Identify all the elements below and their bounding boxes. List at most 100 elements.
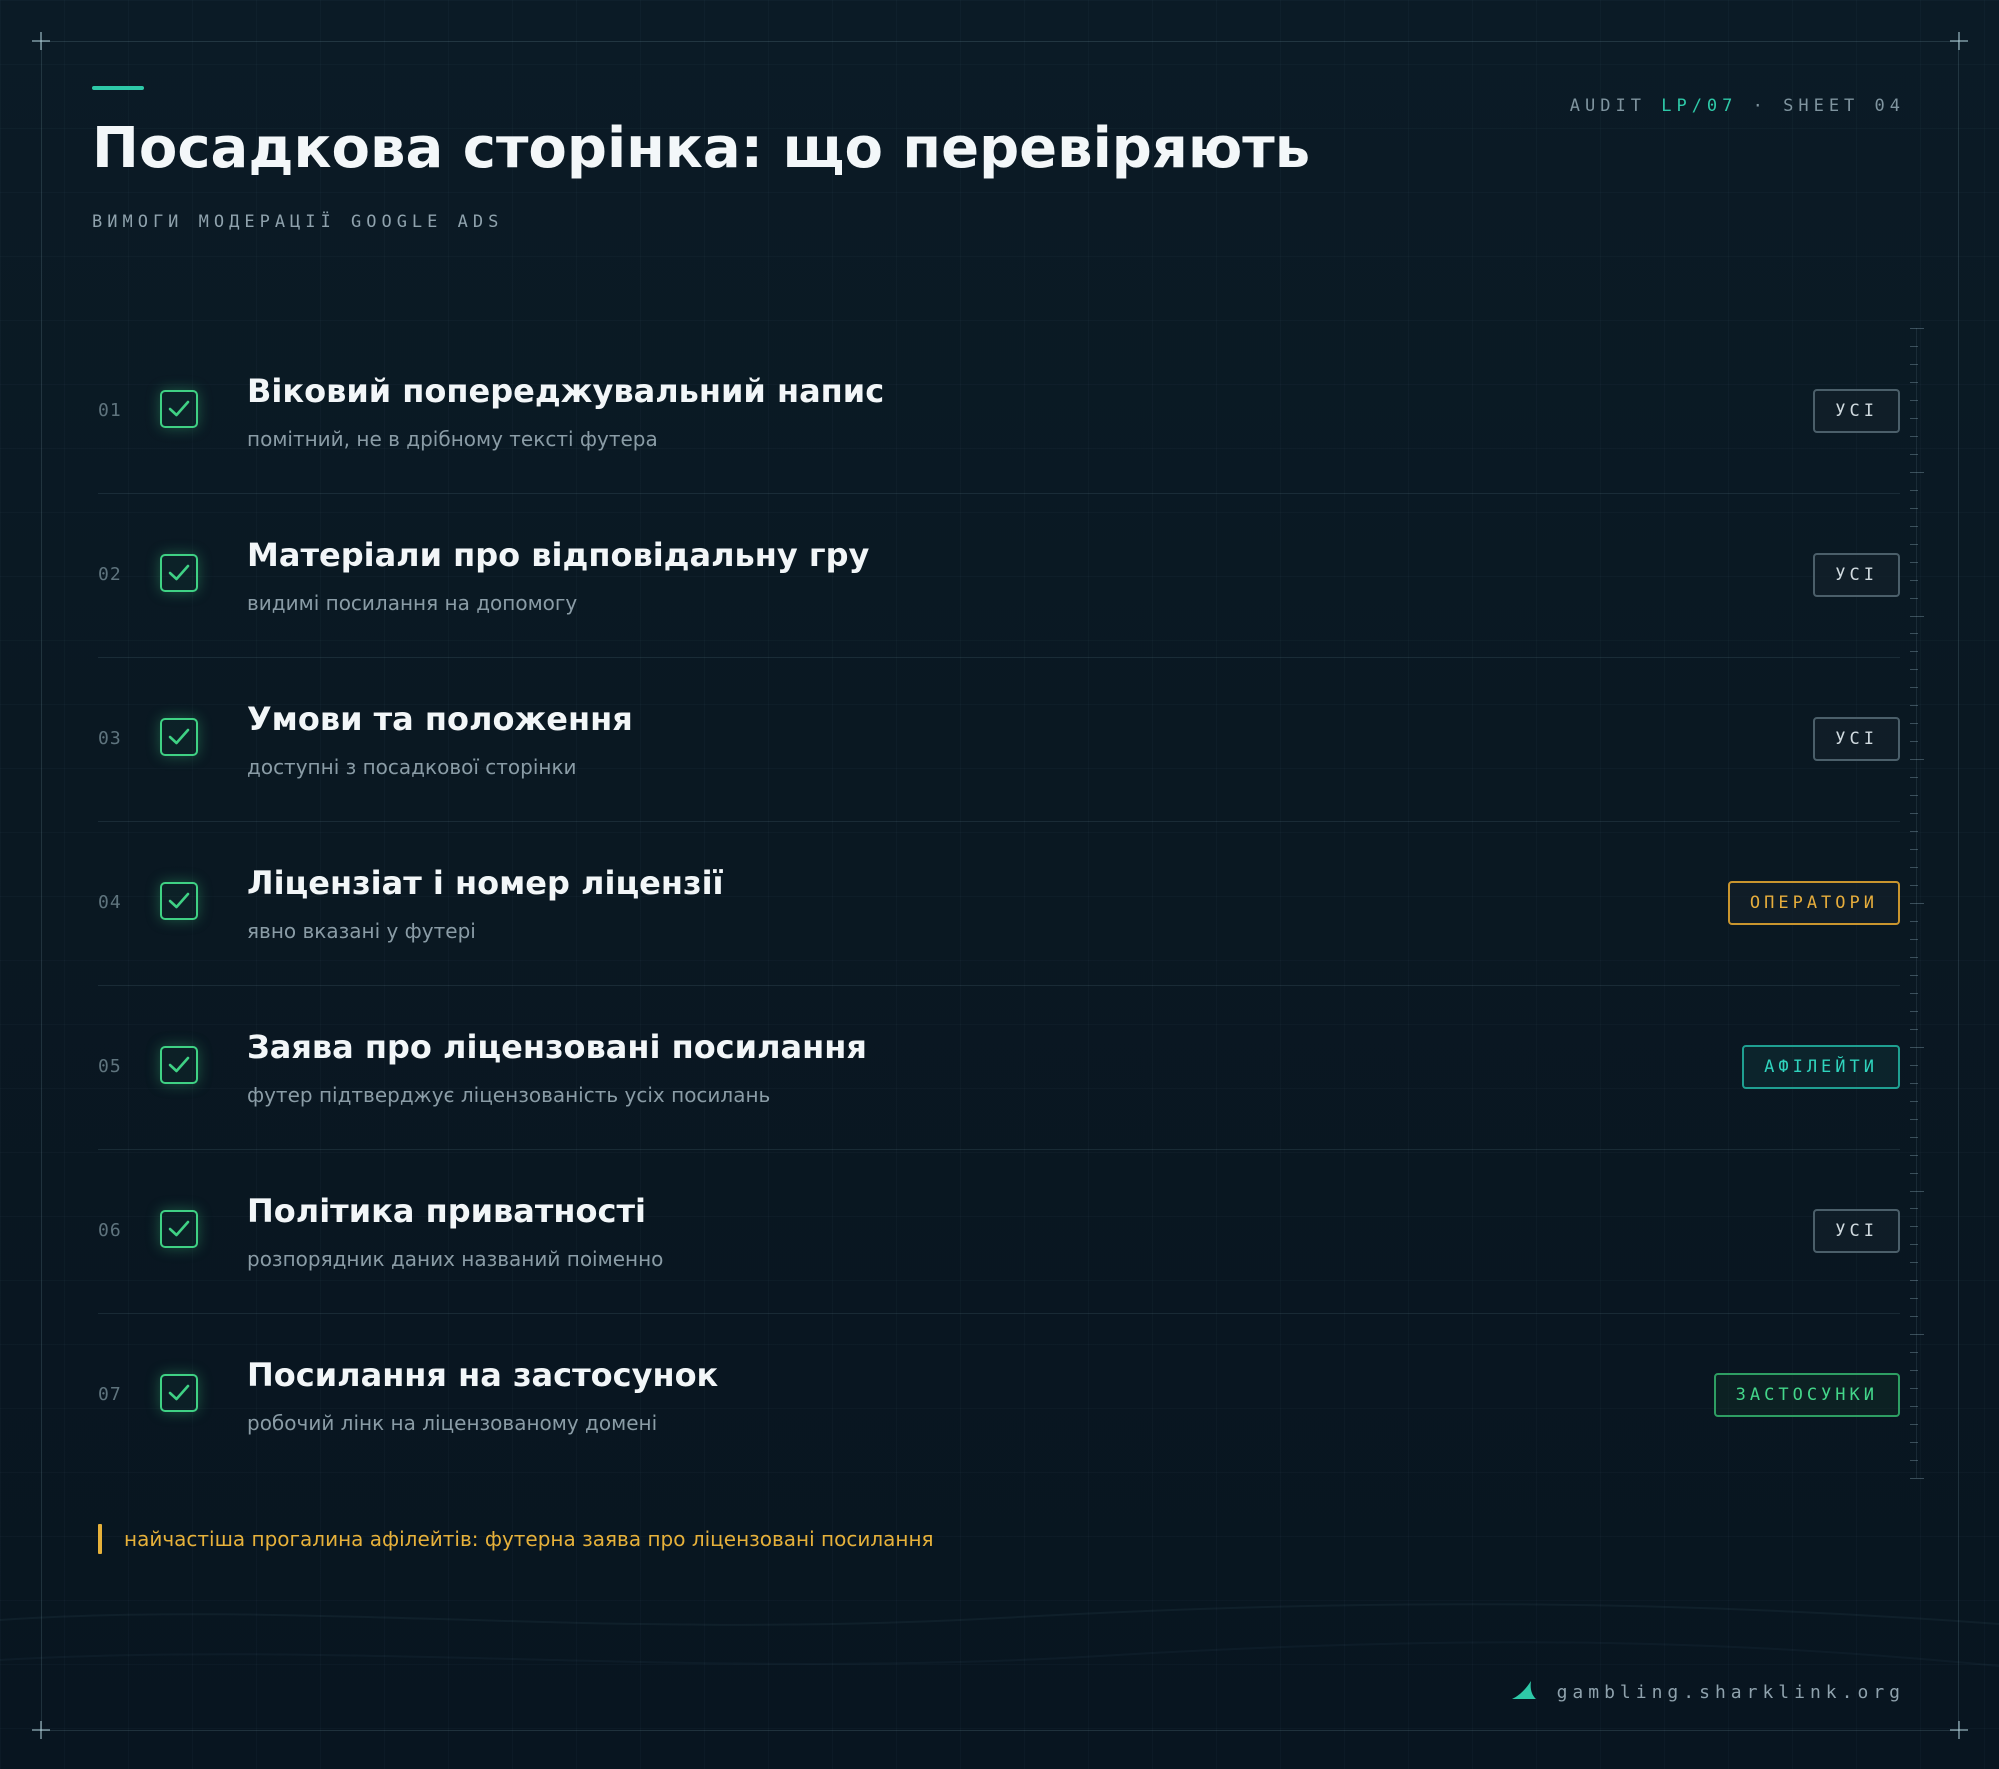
ruler-tick [1910,616,1924,617]
ruler-tick [1910,849,1918,850]
ruler-tick [1910,885,1918,886]
ruler-tick [1910,1388,1918,1389]
ruler-tick [1910,1280,1918,1281]
ruler-tick [1910,364,1918,365]
checkbox-checked-icon[interactable] [160,718,198,756]
meta-code: LP/07 [1661,96,1738,116]
ruler-tick [1910,562,1918,563]
row-number: 03 [98,728,122,749]
ruler-tick [1910,723,1918,724]
page-title: Посадкова сторінка: що перевіряють [92,116,1311,181]
row-title: Матеріали про відповідальну гру [247,536,870,574]
row-title: Віковий попереджувальний напис [247,372,885,410]
page-subtitle: ВИМОГИ МОДЕРАЦІЇ GOOGLE ADS [92,212,504,232]
ruler-tick [1910,454,1918,455]
row-title: Ліцензіат і номер ліцензії [247,864,724,902]
frame-left-line [41,40,42,1731]
footer-brand: gambling.sharklink.org [1511,1680,1905,1704]
ruler-tick [1910,1352,1918,1353]
frame-bottom-line [40,1730,1959,1731]
ruler-tick [1910,1478,1924,1479]
corner-plus-icon [1950,1721,1968,1739]
ruler-tick [1910,1155,1918,1156]
ruler-tick [1910,957,1918,958]
ruler-tick [1910,1173,1918,1174]
ruler-tick [1910,1191,1924,1192]
ruler-tick [1910,1460,1918,1461]
ruler-tick [1910,1406,1918,1407]
ruler-tick [1910,508,1918,509]
ruler-tick [1910,1029,1918,1030]
ruler-tick [1910,651,1918,652]
checklist-row: 06 Політика приватності розпорядник дани… [98,1150,1900,1314]
ruler-tick [1910,382,1918,383]
row-number: 04 [98,892,122,913]
row-number: 06 [98,1220,122,1241]
ruler-tick [1910,903,1924,904]
row-number: 05 [98,1056,122,1077]
checkbox-checked-icon[interactable] [160,1210,198,1248]
checkbox-checked-icon[interactable] [160,1046,198,1084]
checkbox-checked-icon[interactable] [160,390,198,428]
row-title: Посилання на застосунок [247,1356,719,1394]
row-title: Умови та положення [247,700,633,738]
scope-badge: ОПЕРАТОРИ [1727,881,1900,925]
ruler-tick [1910,939,1918,940]
ruler-tick [1910,1137,1918,1138]
corner-plus-icon [32,32,50,50]
ruler-tick [1910,1262,1918,1263]
ruler-tick [1910,1370,1918,1371]
ruler-tick [1910,831,1918,832]
ruler-tick [1910,813,1918,814]
ruler-tick [1910,544,1918,545]
ruler-tick [1910,795,1918,796]
row-description: робочий лінк на ліцензованому домені [247,1411,658,1435]
checklist-row: 02 Матеріали про відповідальну гру видим… [98,494,1900,658]
ruler-tick [1910,1119,1918,1120]
shark-fin-icon [1511,1680,1537,1704]
ruler-tick [1910,580,1918,581]
meta-suffix: · SHEET 04 [1737,96,1905,116]
ruler-tick [1910,436,1918,437]
title-accent-bar [92,86,144,90]
ruler-tick [1910,526,1918,527]
row-title: Політика приватності [247,1192,646,1230]
corner-plus-icon [1950,32,1968,50]
ruler-tick [1910,1244,1918,1245]
frame-right-line [1958,40,1959,1731]
ruler-tick [1910,867,1918,868]
scope-badge: УСІ [1813,553,1900,597]
checkbox-checked-icon[interactable] [160,882,198,920]
row-description: видимі посилання на допомогу [247,591,578,615]
checklist-row: 05 Заява про ліцензовані посилання футер… [98,986,1900,1150]
row-description: помітний, не в дрібному тексті футера [247,427,658,451]
callout-note: найчастіша прогалина афілейтів: футерна … [98,1523,934,1555]
scope-badge: ЗАСТОСУНКИ [1713,1373,1900,1417]
checkbox-checked-icon[interactable] [160,1374,198,1412]
scope-badge: УСІ [1813,1209,1900,1253]
ruler-tick [1910,705,1918,706]
row-number: 02 [98,564,122,585]
checklist-row: 01 Віковий попереджувальний напис помітн… [98,330,1900,494]
row-description: розпорядник даних названий поіменно [247,1247,664,1271]
ruler-tick [1910,921,1918,922]
ruler-tick [1910,759,1924,760]
ruler-tick [1910,346,1918,347]
ruler-tick [1910,1047,1924,1048]
checklist-row: 04 Ліцензіат і номер ліцензії явно вказа… [98,822,1900,986]
ruler-tick [1910,633,1918,634]
ruler-tick [1910,328,1924,329]
checkbox-checked-icon[interactable] [160,554,198,592]
footer-domain-link[interactable]: gambling.sharklink.org [1557,1682,1905,1703]
scope-badge: УСІ [1813,717,1900,761]
checklist-row: 07 Посилання на застосунок робочий лінк … [98,1314,1900,1477]
row-description: явно вказані у футері [247,919,476,943]
ruler-tick [1910,687,1918,688]
row-description: доступні з посадкової сторінки [247,755,577,779]
scroll-ruler [1908,328,1924,1479]
ruler-tick [1910,1424,1918,1425]
row-title: Заява про ліцензовані посилання [247,1028,867,1066]
ruler-tick [1910,1442,1918,1443]
ruler-tick [1910,418,1918,419]
note-text: найчастіша прогалина афілейтів: футерна … [124,1527,934,1551]
